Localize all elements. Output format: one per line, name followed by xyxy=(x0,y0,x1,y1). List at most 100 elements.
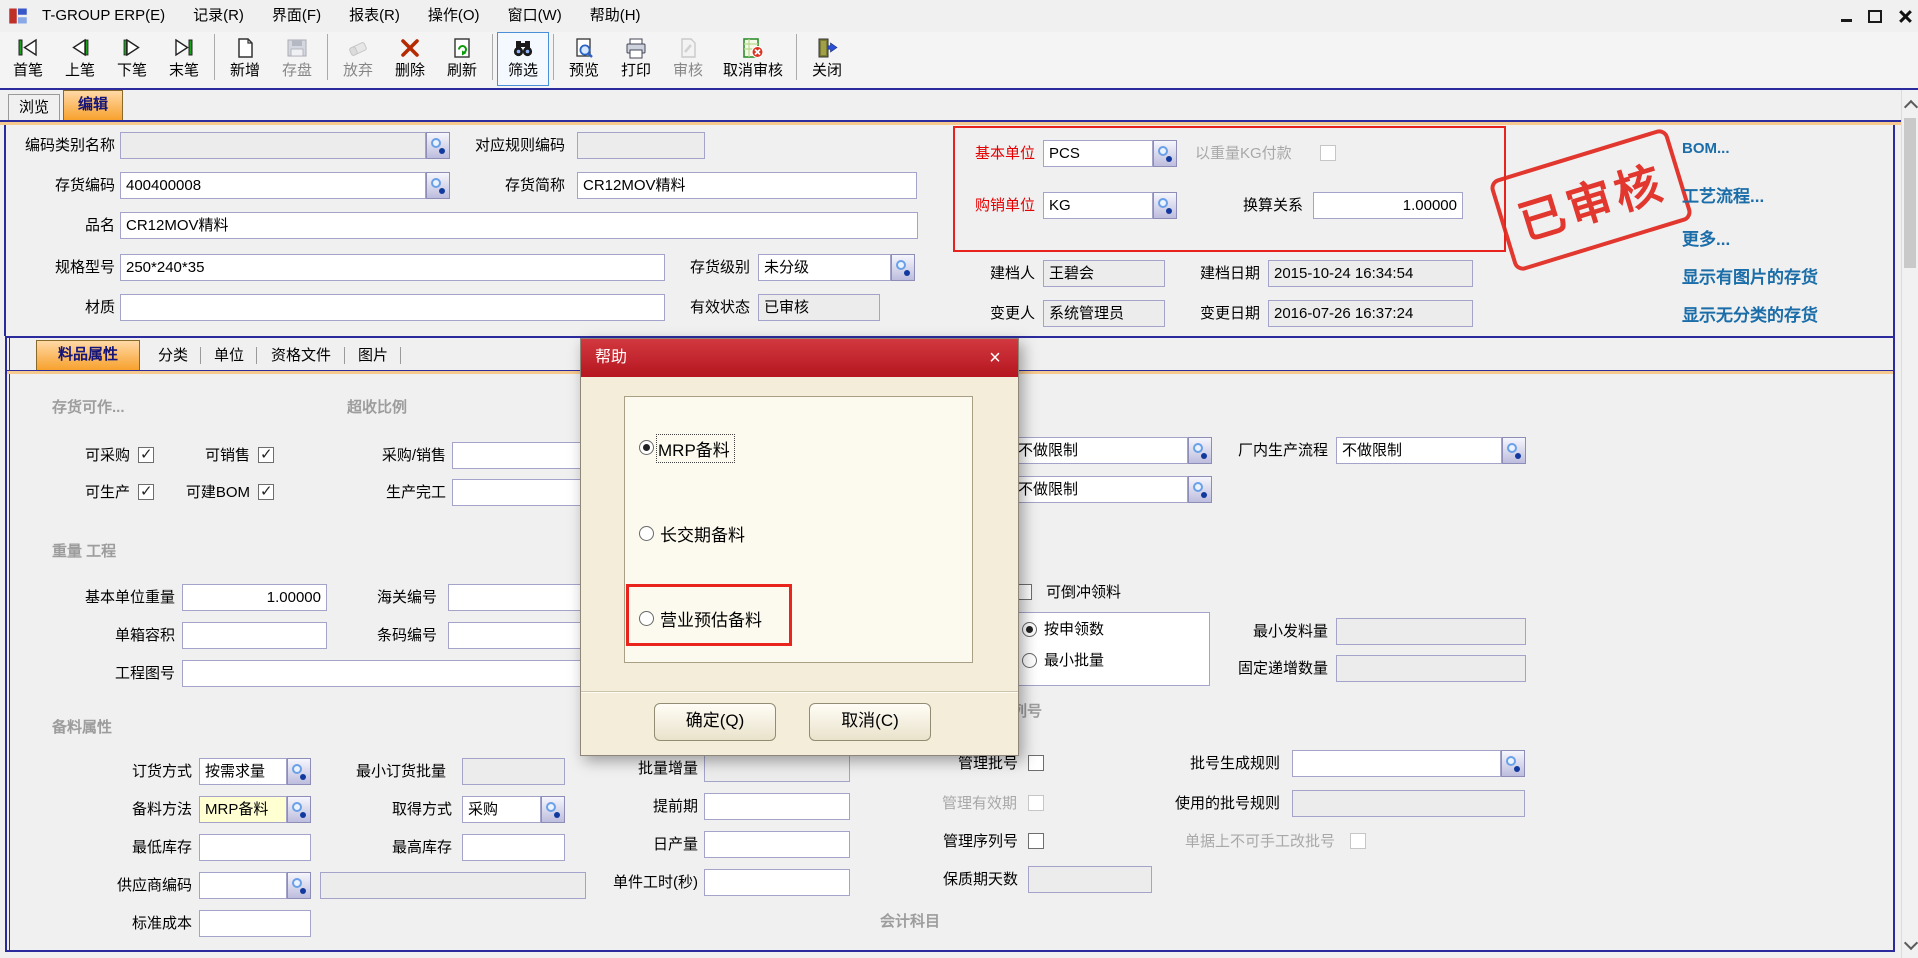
toolbar-prev-button[interactable]: 上笔 xyxy=(54,32,106,86)
option-mrp-radio[interactable] xyxy=(639,440,654,455)
item-abbr-field[interactable]: CR12MOV精料 xyxy=(577,172,917,199)
menu-item-interface[interactable]: 界面(F) xyxy=(258,1,335,31)
conversion-field[interactable]: 1.00000 xyxy=(1313,192,1463,219)
toolbar-save-button[interactable]: 存盘 xyxy=(271,32,323,86)
purchasable-checkbox[interactable] xyxy=(138,447,154,463)
toolbar-preview-button[interactable]: 预览 xyxy=(558,32,610,86)
daily-output-field[interactable] xyxy=(704,831,850,858)
min-order-batch-field[interactable] xyxy=(462,758,565,785)
bom-link[interactable]: BOM... xyxy=(1682,140,1730,157)
scroll-up-icon[interactable] xyxy=(1904,100,1918,114)
dialog-close-icon[interactable]: × xyxy=(982,345,1008,371)
dialog-cancel-button[interactable]: 取消(C) xyxy=(809,703,931,741)
menu-item-record[interactable]: 记录(R) xyxy=(179,1,258,31)
item-level-lookup-icon[interactable] xyxy=(891,254,915,281)
material-field[interactable] xyxy=(120,294,665,321)
subtab-qualification[interactable]: 资格文件 xyxy=(262,344,340,368)
toolbar-audit-button[interactable]: 审核 xyxy=(662,32,714,86)
item-code-field[interactable]: 400400008 xyxy=(120,172,426,199)
batch-increment-field[interactable] xyxy=(704,755,850,782)
limit2-lookup-icon[interactable] xyxy=(1188,476,1212,503)
show-with-image-link[interactable]: 显示有图片的存货 xyxy=(1682,263,1818,288)
used-batch-rule-field[interactable] xyxy=(1292,790,1525,817)
menu-item-help[interactable]: 帮助(H) xyxy=(576,1,655,31)
toolbar-next-button[interactable]: 下笔 xyxy=(106,32,158,86)
order-method-field[interactable]: 按需求量 xyxy=(199,758,287,785)
producible-checkbox[interactable] xyxy=(138,484,154,500)
scroll-down-icon[interactable] xyxy=(1904,936,1918,950)
spec-field[interactable]: 250*240*35 xyxy=(120,254,665,281)
toolbar-delete-button[interactable]: 删除 xyxy=(384,32,436,86)
toolbar-last-button[interactable]: 末笔 xyxy=(158,32,210,86)
subtab-classification[interactable]: 分类 xyxy=(150,344,196,368)
subtab-unit[interactable]: 单位 xyxy=(206,344,252,368)
manage-serial-checkbox[interactable] xyxy=(1028,833,1044,849)
supplier-code-field[interactable] xyxy=(199,872,287,899)
acquire-method-field[interactable]: 采购 xyxy=(462,796,541,823)
tab-browse[interactable]: 浏览 xyxy=(8,94,60,120)
factory-flow-lookup-icon[interactable] xyxy=(1502,437,1526,464)
item-code-lookup-icon[interactable] xyxy=(426,172,450,199)
box-volume-field[interactable] xyxy=(182,622,327,649)
toolbar-refresh-button[interactable]: 刷新 xyxy=(436,32,488,86)
show-unclassified-link[interactable]: 显示无分类的存货 xyxy=(1682,301,1818,326)
toolbar-new-button[interactable]: 新增 xyxy=(219,32,271,86)
pay-by-weight-checkbox[interactable] xyxy=(1320,145,1336,161)
base-unit-lookup-icon[interactable] xyxy=(1153,140,1177,167)
issue-min-batch-radio[interactable] xyxy=(1022,653,1037,668)
dialog-ok-button[interactable]: 确定(Q) xyxy=(654,703,776,741)
coding-category-lookup-icon[interactable] xyxy=(426,132,450,159)
limit2-field[interactable]: 不做限制 xyxy=(1012,476,1188,503)
manage-batch-checkbox[interactable] xyxy=(1028,755,1044,771)
base-unit-field[interactable]: PCS xyxy=(1043,140,1153,167)
stock-method-lookup-icon[interactable] xyxy=(287,796,311,823)
std-cost-field[interactable] xyxy=(199,910,311,937)
issue-by-request-radio[interactable] xyxy=(1022,622,1037,637)
menu-item-operation[interactable]: 操作(O) xyxy=(414,1,494,31)
min-issue-qty-field[interactable] xyxy=(1336,618,1526,645)
trade-unit-lookup-icon[interactable] xyxy=(1153,192,1177,219)
sellable-checkbox[interactable] xyxy=(258,447,274,463)
toolbar-discard-button[interactable]: 放弃 xyxy=(332,32,384,86)
menu-item-report[interactable]: 报表(R) xyxy=(335,1,414,31)
product-name-field[interactable]: CR12MOV精料 xyxy=(120,212,918,239)
subtab-image[interactable]: 图片 xyxy=(350,344,396,368)
menu-item-window[interactable]: 窗口(W) xyxy=(494,1,576,31)
item-level-field[interactable]: 未分级 xyxy=(758,254,891,281)
close-window-button[interactable] xyxy=(1892,6,1918,26)
min-stock-field[interactable] xyxy=(199,834,311,861)
option-forecast-label[interactable]: 营业预估备料 xyxy=(660,606,762,631)
fixed-increment-field[interactable] xyxy=(1336,655,1526,682)
trade-unit-field[interactable]: KG xyxy=(1043,192,1153,219)
toolbar-print-button[interactable]: 打印 xyxy=(610,32,662,86)
option-long-lead-label[interactable]: 长交期备料 xyxy=(660,521,745,546)
toolbar-first-button[interactable]: 首笔 xyxy=(2,32,54,86)
vertical-scrollbar[interactable] xyxy=(1901,90,1918,958)
tab-edit[interactable]: 编辑 xyxy=(63,90,123,120)
limit1-lookup-icon[interactable] xyxy=(1188,437,1212,464)
restore-button[interactable] xyxy=(1862,6,1888,26)
order-method-lookup-icon[interactable] xyxy=(287,758,311,785)
toolbar-close-button[interactable]: 关闭 xyxy=(801,32,853,86)
supplier-code-lookup-icon[interactable] xyxy=(287,872,311,899)
batch-rule-lookup-icon[interactable] xyxy=(1501,750,1525,777)
factory-flow-field[interactable]: 不做限制 xyxy=(1336,437,1502,464)
manage-validity-checkbox[interactable] xyxy=(1028,795,1044,811)
shelf-days-field[interactable] xyxy=(1028,866,1152,893)
acquire-method-lookup-icon[interactable] xyxy=(541,796,565,823)
rule-code-field[interactable] xyxy=(577,132,705,159)
menu-item-app[interactable]: T-GROUP ERP(E) xyxy=(28,1,179,31)
max-stock-field[interactable] xyxy=(462,834,565,861)
batch-rule-field[interactable] xyxy=(1292,750,1501,777)
option-mrp-label[interactable]: MRP备料 xyxy=(657,435,734,462)
coding-category-field[interactable] xyxy=(120,132,426,159)
limit1-field[interactable]: 不做限制 xyxy=(1012,437,1188,464)
can-bom-checkbox[interactable] xyxy=(258,484,274,500)
unit-time-field[interactable] xyxy=(704,869,850,896)
subtab-item-attributes[interactable]: 料品属性 xyxy=(36,340,140,370)
base-weight-field[interactable]: 1.00000 xyxy=(182,584,327,611)
stock-method-field[interactable]: MRP备料 xyxy=(199,796,287,823)
more-link[interactable]: 更多... xyxy=(1682,225,1730,250)
toolbar-filter-button[interactable]: 筛选 xyxy=(497,32,549,86)
no-manual-batch-checkbox[interactable] xyxy=(1350,833,1366,849)
